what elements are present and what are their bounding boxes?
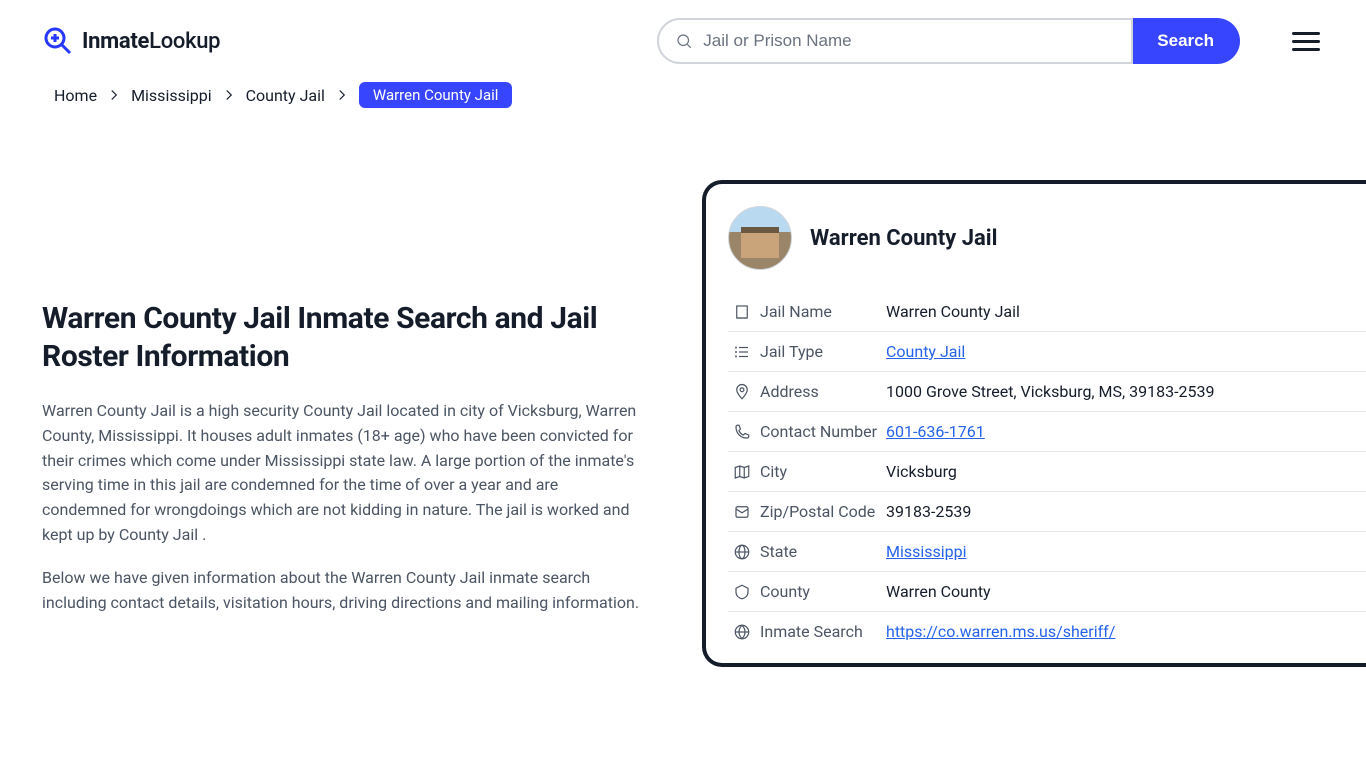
row-value[interactable]: Mississippi (886, 542, 967, 561)
mail-icon (728, 503, 756, 521)
row-label: Zip/Postal Code (756, 502, 886, 521)
search-button[interactable]: Search (1131, 18, 1240, 64)
row-label: Inmate Search (756, 622, 886, 641)
info-row: StateMississippi (728, 532, 1366, 572)
breadcrumb-type[interactable]: County Jail (246, 86, 325, 105)
breadcrumb: Home Mississippi County Jail Warren Coun… (0, 82, 1366, 120)
search-input[interactable] (703, 31, 1115, 51)
search-form: Search (657, 18, 1240, 64)
page-title: Warren County Jail Inmate Search and Jai… (42, 300, 642, 375)
row-value[interactable]: 601-636-1761 (886, 422, 985, 441)
search-box[interactable] (657, 18, 1133, 64)
row-value: 1000 Grove Street, Vicksburg, MS, 39183-… (886, 382, 1214, 401)
row-value: Vicksburg (886, 462, 957, 481)
logo-text: InmateLookup (82, 29, 220, 54)
info-row: Inmate Searchhttps://co.warren.ms.us/she… (728, 612, 1366, 663)
info-row: CountyWarren County (728, 572, 1366, 612)
pin-icon (728, 383, 756, 401)
chevron-right-icon (220, 86, 238, 104)
row-label: State (756, 542, 886, 561)
badge-icon (728, 583, 756, 601)
row-value[interactable]: https://co.warren.ms.us/sheriff/ (886, 622, 1115, 641)
search-icon (675, 32, 693, 50)
map-icon (728, 463, 756, 481)
list-icon (728, 343, 756, 361)
logo-icon (42, 25, 74, 57)
row-value: 39183-2539 (886, 502, 971, 521)
facility-card: Warren County Jail Jail NameWarren Count… (702, 180, 1366, 667)
chevron-right-icon (333, 86, 351, 104)
info-row: Address1000 Grove Street, Vicksburg, MS,… (728, 372, 1366, 412)
building-icon (728, 303, 756, 321)
row-value: Warren County (886, 582, 991, 601)
hamburger-menu-icon[interactable] (1288, 23, 1324, 60)
row-label: Contact Number (756, 422, 886, 441)
info-row: Jail NameWarren County Jail (728, 292, 1366, 332)
info-row: Zip/Postal Code39183-2539 (728, 492, 1366, 532)
logo[interactable]: InmateLookup (42, 25, 220, 57)
globe-icon (728, 543, 756, 561)
web-icon (728, 623, 756, 641)
row-label: Jail Name (756, 302, 886, 321)
facility-title: Warren County Jail (810, 226, 997, 251)
breadcrumb-current: Warren County Jail (359, 82, 513, 108)
row-label: Jail Type (756, 342, 886, 361)
facility-avatar (728, 206, 792, 270)
description-paragraph-2: Below we have given information about th… (42, 566, 642, 616)
row-value: Warren County Jail (886, 302, 1020, 321)
chevron-right-icon (105, 86, 123, 104)
phone-icon (728, 423, 756, 441)
row-label: Address (756, 382, 886, 401)
row-label: County (756, 582, 886, 601)
row-label: City (756, 462, 886, 481)
info-row: Contact Number601-636-1761 (728, 412, 1366, 452)
info-row: CityVicksburg (728, 452, 1366, 492)
breadcrumb-state[interactable]: Mississippi (131, 86, 212, 105)
info-row: Jail TypeCounty Jail (728, 332, 1366, 372)
breadcrumb-home[interactable]: Home (54, 86, 97, 105)
description-paragraph-1: Warren County Jail is a high security Co… (42, 399, 642, 548)
row-value[interactable]: County Jail (886, 342, 965, 361)
